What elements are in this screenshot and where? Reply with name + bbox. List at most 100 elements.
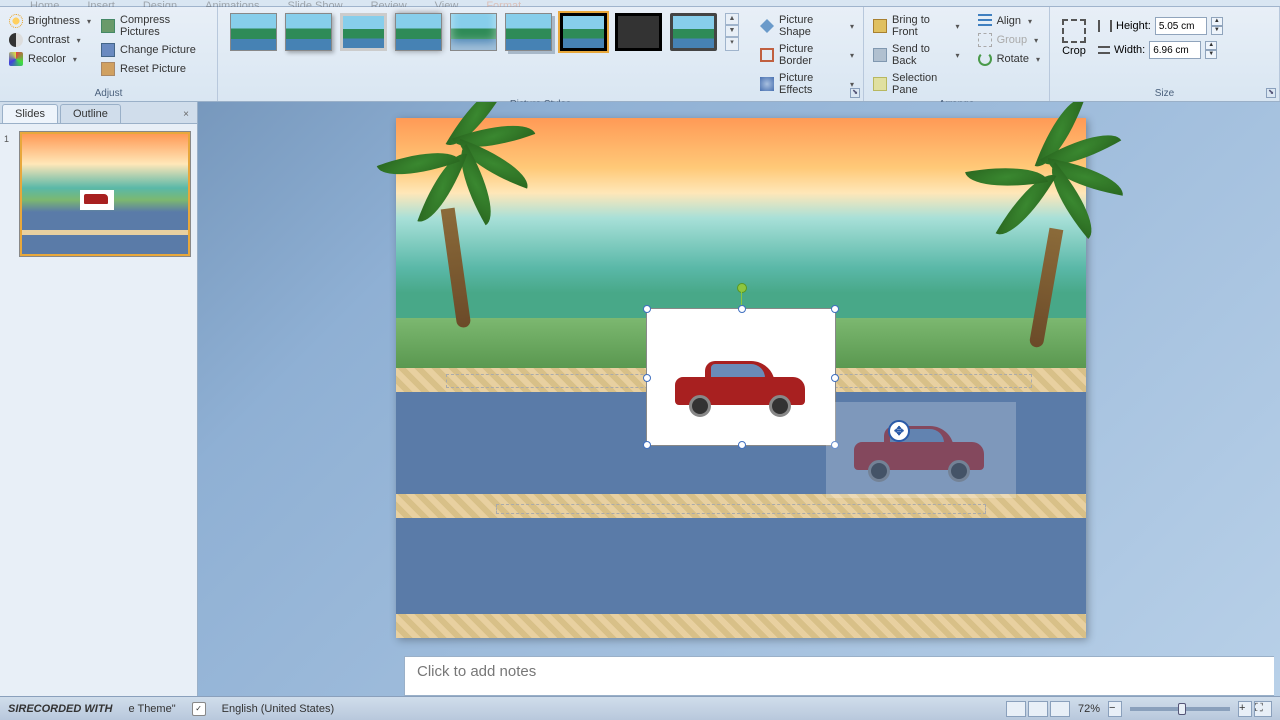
- height-label: Height:: [1116, 20, 1151, 32]
- pane-close-button[interactable]: ×: [179, 109, 193, 123]
- width-icon: [1098, 46, 1110, 54]
- styles-gallery: ▲ ▼ ▾: [224, 10, 745, 54]
- slide-canvas-area[interactable]: ✥ Click to add notes: [198, 102, 1280, 696]
- size-dialog-launcher[interactable]: ⬊: [1266, 88, 1276, 98]
- spellcheck-icon[interactable]: ✓: [192, 702, 206, 716]
- send-back-icon: [873, 48, 887, 62]
- picture-styles-dialog-launcher[interactable]: ⬊: [850, 88, 860, 98]
- slideshow-view-button[interactable]: [1050, 701, 1070, 717]
- slide-thumbnail-1[interactable]: [20, 132, 190, 256]
- tab-slides[interactable]: Slides: [2, 104, 58, 123]
- picture-style-8[interactable]: [615, 13, 662, 51]
- zoom-in-button[interactable]: +: [1238, 701, 1252, 717]
- change-picture-label: Change Picture: [120, 44, 196, 56]
- group-arrange: Bring to Front ▾ Send to Back ▾ Selectio…: [864, 7, 1050, 101]
- align-button[interactable]: Align ▾: [975, 13, 1043, 29]
- send-to-back-button[interactable]: Send to Back ▾: [870, 42, 963, 68]
- contrast-button[interactable]: Contrast ▾: [6, 32, 94, 48]
- picture-style-7[interactable]: [560, 13, 607, 51]
- width-down-button[interactable]: ▼: [1205, 50, 1217, 59]
- width-up-button[interactable]: ▲: [1205, 41, 1217, 50]
- change-picture-icon: [101, 43, 115, 57]
- gallery-down-button[interactable]: ▼: [725, 25, 739, 37]
- crop-label: Crop: [1062, 45, 1086, 57]
- normal-view-button[interactable]: [1006, 701, 1026, 717]
- width-label: Width:: [1114, 44, 1145, 56]
- height-icon: [1098, 20, 1112, 32]
- group-button[interactable]: Group ▾: [975, 32, 1043, 48]
- crop-button[interactable]: Crop: [1056, 16, 1092, 60]
- picture-style-2[interactable]: [285, 13, 332, 51]
- compress-icon: [101, 19, 115, 33]
- group-picture-styles: ▲ ▼ ▾ Picture Shape ▾ Picture Border ▾: [218, 7, 864, 101]
- reset-label: Reset Picture: [120, 63, 186, 75]
- resize-handle-n[interactable]: [738, 305, 746, 313]
- dropdown-icon: ▾: [956, 22, 960, 31]
- picture-style-9[interactable]: [670, 13, 717, 51]
- align-icon: [978, 14, 992, 28]
- picture-shape-button[interactable]: Picture Shape ▾: [757, 13, 857, 39]
- workspace: Slides Outline × 1: [0, 102, 1280, 696]
- sand-strip-3: [396, 614, 1086, 638]
- picture-border-button[interactable]: Picture Border ▾: [757, 42, 857, 68]
- zoom-percent[interactable]: 72%: [1078, 703, 1100, 715]
- picture-effects-button[interactable]: Picture Effects ▾: [757, 71, 857, 97]
- group-label-adjust: Adjust: [6, 86, 211, 99]
- dropdown-icon: ▾: [87, 17, 91, 26]
- height-input[interactable]: [1155, 17, 1207, 35]
- slide-number: 1: [4, 134, 9, 144]
- dropdown-icon: ▾: [956, 51, 960, 60]
- group-adjust: Brightness ▾ Contrast ▾ Recolor ▾ Compr: [0, 7, 218, 101]
- rotate-icon: [978, 52, 992, 66]
- status-language[interactable]: English (United States): [222, 703, 335, 715]
- placeholder-2[interactable]: [496, 504, 986, 514]
- zoom-out-button[interactable]: −: [1108, 701, 1122, 717]
- compress-pictures-button[interactable]: Compress Pictures: [98, 13, 211, 39]
- tab-outline[interactable]: Outline: [60, 104, 121, 123]
- rotation-handle[interactable]: [737, 283, 747, 293]
- picture-style-3[interactable]: [340, 13, 387, 51]
- bring-front-icon: [873, 19, 887, 33]
- reset-picture-button[interactable]: Reset Picture: [98, 61, 211, 77]
- selection-pane-button[interactable]: Selection Pane: [870, 71, 963, 97]
- fit-window-button[interactable]: ⛶: [1254, 701, 1272, 717]
- sorter-view-button[interactable]: [1028, 701, 1048, 717]
- zoom-slider-thumb[interactable]: [1178, 703, 1186, 715]
- group-icon: [978, 33, 992, 47]
- rotate-button[interactable]: Rotate ▾: [975, 51, 1043, 67]
- resize-handle-w[interactable]: [643, 374, 651, 382]
- send-back-label: Send to Back: [892, 43, 949, 67]
- recolor-button[interactable]: Recolor ▾: [6, 51, 94, 67]
- picture-style-1[interactable]: [230, 13, 277, 51]
- group-label-size: Size: [1056, 86, 1273, 99]
- menu-bar: Home Insert Design Animations Slide Show…: [0, 0, 1280, 7]
- resize-handle-e[interactable]: [831, 374, 839, 382]
- status-recorded: SIRECORDED WITH: [8, 703, 113, 715]
- zoom-slider[interactable]: [1130, 707, 1230, 711]
- height-up-button[interactable]: ▲: [1211, 17, 1223, 26]
- recolor-label: Recolor: [28, 53, 66, 65]
- bring-front-label: Bring to Front: [892, 14, 949, 38]
- gallery-up-button[interactable]: ▲: [725, 13, 739, 25]
- palm-tree-right: [976, 148, 1116, 348]
- brightness-button[interactable]: Brightness ▾: [6, 13, 94, 29]
- contrast-label: Contrast: [28, 34, 70, 46]
- dropdown-icon: ▾: [1036, 55, 1040, 64]
- picture-style-4[interactable]: [395, 13, 442, 51]
- bring-to-front-button[interactable]: Bring to Front ▾: [870, 13, 963, 39]
- resize-handle-nw[interactable]: [643, 305, 651, 313]
- picture-style-6[interactable]: [505, 13, 552, 51]
- selected-picture-car[interactable]: [646, 308, 836, 446]
- slide-thumbnail-list: 1: [0, 124, 197, 264]
- width-input[interactable]: [1149, 41, 1201, 59]
- gallery-more-button[interactable]: ▾: [725, 37, 739, 51]
- height-down-button[interactable]: ▼: [1211, 26, 1223, 35]
- resize-handle-sw[interactable]: [643, 441, 651, 449]
- resize-handle-ne[interactable]: [831, 305, 839, 313]
- resize-handle-s[interactable]: [738, 441, 746, 449]
- contrast-icon: [9, 33, 23, 47]
- change-picture-button[interactable]: Change Picture: [98, 42, 211, 58]
- notes-pane[interactable]: Click to add notes: [404, 656, 1274, 696]
- picture-style-5[interactable]: [450, 13, 497, 51]
- slide-canvas[interactable]: ✥: [396, 118, 1086, 638]
